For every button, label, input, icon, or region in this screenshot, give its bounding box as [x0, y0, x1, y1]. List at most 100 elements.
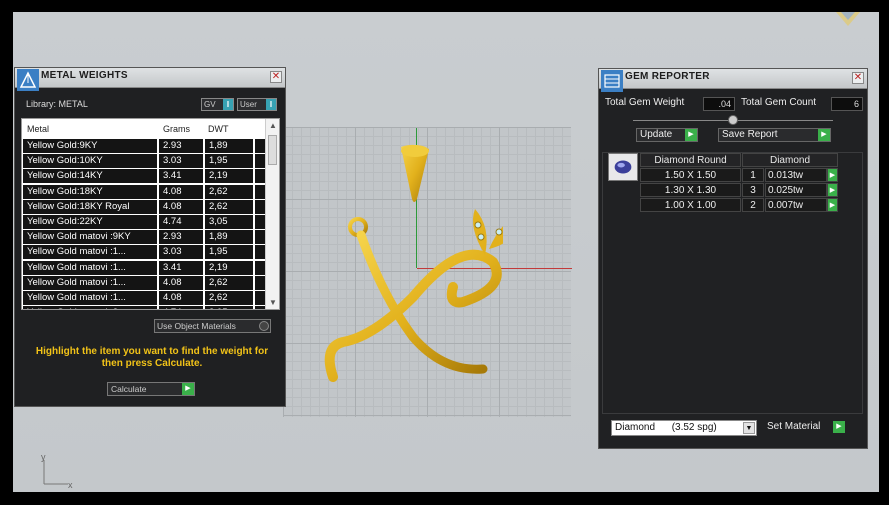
- save-report-button[interactable]: Save Report ▶: [718, 128, 831, 142]
- metal-weights-icon: [17, 69, 39, 91]
- scroll-thumb[interactable]: [268, 135, 277, 165]
- gv-toggle[interactable]: GV I: [201, 98, 234, 111]
- metal-row[interactable]: Yellow Gold:14KY 3.41 2,19: [22, 169, 266, 184]
- checkbox-indicator[interactable]: [259, 321, 269, 331]
- gem-cell-size: 1.30 X 1.30: [640, 183, 741, 197]
- col-metal[interactable]: Metal: [27, 124, 49, 134]
- metal-row[interactable]: Yellow Gold:10KY 3.03 1,95: [22, 154, 266, 169]
- set-material-go-icon: ▶: [833, 421, 845, 433]
- metal-row[interactable]: Yellow Gold matovi :2...4.743,05: [22, 306, 266, 309]
- metal-cell-metal: Yellow Gold matovi :1...: [23, 260, 157, 275]
- metal-row[interactable]: Yellow Gold:18KY 4.08 2,62: [22, 184, 266, 200]
- gem-row[interactable]: 1.30 X 1.30 3 0.025tw ▶: [640, 183, 838, 198]
- calculate-dropdown[interactable]: Calculate ▶: [107, 382, 195, 396]
- metal-cell-metal: Yellow Gold:10KY: [23, 154, 157, 169]
- gem-row-go-icon[interactable]: ▶: [827, 183, 838, 197]
- gem-cell-size: 1.00 X 1.00: [640, 198, 741, 212]
- update-button[interactable]: Update ▶: [636, 128, 698, 142]
- metal-row[interactable]: Yellow Gold matovi :1... 3.03 1,95: [22, 245, 266, 260]
- metal-row[interactable]: Yellow Gold matovi :9KY 2.93 1,89: [22, 230, 266, 245]
- metal-cell-dwt: 2,19: [205, 260, 253, 275]
- save-report-label: Save Report: [722, 129, 778, 140]
- gem-row-go-icon[interactable]: ▶: [827, 168, 838, 182]
- gv-label: GV: [204, 100, 216, 109]
- metal-list-header: Metal Grams DWT: [22, 119, 266, 139]
- metal-cell-metal: Yellow Gold:18KY: [23, 184, 157, 199]
- user-label: User: [240, 100, 257, 109]
- metal-cell-grams: 3.41: [159, 169, 203, 184]
- total-gem-count-label: Total Gem Count: [741, 97, 817, 108]
- save-report-go-icon: ▶: [818, 129, 830, 141]
- metal-cell-dwt: 2,62: [205, 275, 253, 290]
- metal-cell-spacer: [255, 184, 265, 199]
- metal-cell-spacer: [255, 169, 265, 184]
- metal-cell-spacer: [255, 291, 265, 305]
- gem-reporter-close-button[interactable]: ✕: [852, 72, 864, 84]
- pendant-model[interactable]: [303, 137, 503, 387]
- metal-cell-spacer: [255, 230, 265, 245]
- metal-row[interactable]: Yellow Gold:9KY 2.93 1,89: [22, 139, 266, 154]
- col-grams[interactable]: Grams: [163, 124, 190, 134]
- gem-col-material: Diamond: [742, 153, 838, 167]
- gem-row[interactable]: 1.50 X 1.50 1 0.013tw ▶: [640, 168, 838, 183]
- gem-cell-count: 2: [742, 198, 764, 212]
- metal-cell-dwt: 3,05: [205, 306, 253, 309]
- metal-weights-close-button[interactable]: ✕: [270, 71, 282, 83]
- metal-cell-spacer: [255, 215, 265, 229]
- metal-cell-metal: Yellow Gold:18KY Royal: [23, 199, 157, 214]
- metal-weights-titlebar[interactable]: METAL WEIGHTS ✕: [15, 68, 285, 91]
- metal-list-scrollbar[interactable]: ▲ ▼: [265, 119, 279, 309]
- gem-row[interactable]: 1.00 X 1.00 2 0.007tw ▶: [640, 198, 838, 213]
- metal-cell-grams: 4.08: [159, 199, 203, 214]
- metal-cell-dwt: 2,62: [205, 184, 253, 199]
- material-select[interactable]: Diamond (3.52 spg) ▼: [611, 420, 757, 436]
- gem-cell-size: 1.50 X 1.50: [640, 168, 741, 182]
- svg-text:x: x: [68, 480, 73, 490]
- gem-reporter-titlebar[interactable]: GEM REPORTER ✕: [599, 69, 867, 92]
- diamond-thumbnail-icon[interactable]: [608, 153, 638, 181]
- application-frame: y x METAL WEIGHTS ✕ Library: METAL GV I …: [0, 0, 889, 505]
- gem-slider-knob[interactable]: [728, 115, 738, 125]
- metal-cell-metal: Yellow Gold matovi :1...: [23, 245, 157, 260]
- metal-cell-grams: 4.74: [159, 215, 203, 229]
- metal-cell-metal: Yellow Gold matovi :2...: [23, 306, 157, 309]
- gem-table: Diamond Round Diamond 1.50 X 1.50 1 0.013t…: [640, 153, 838, 213]
- metal-cell-dwt: 2,62: [205, 199, 253, 214]
- gem-cell-count: 1: [742, 168, 764, 182]
- metal-cell-metal: Yellow Gold:9KY: [23, 139, 157, 153]
- gem-cell-weight: 0.007tw: [765, 198, 827, 212]
- svg-text:y: y: [41, 452, 46, 462]
- set-material-label: Set Material: [767, 421, 821, 432]
- metal-row[interactable]: Yellow Gold matovi :1... 4.08 2,62: [22, 291, 266, 306]
- set-material-button[interactable]: Set Material ▶: [765, 421, 853, 435]
- metal-row[interactable]: Yellow Gold:18KY Royal 4.08 2,62: [22, 199, 266, 215]
- metal-cell-spacer: [255, 245, 265, 260]
- use-object-materials-checkbox[interactable]: Use Object Materials: [154, 319, 271, 333]
- chevron-down-icon[interactable]: ▼: [743, 422, 755, 434]
- metal-cell-metal: Yellow Gold:14KY: [23, 169, 157, 184]
- user-toggle[interactable]: User I: [237, 98, 277, 111]
- calculate-go-icon[interactable]: ▶: [182, 383, 194, 395]
- total-gem-count-value[interactable]: 6: [831, 97, 863, 111]
- library-label: Library: METAL: [26, 99, 88, 109]
- metal-cell-metal: Yellow Gold matovi :1...: [23, 275, 157, 290]
- metal-cell-grams: 2.93: [159, 230, 203, 245]
- metal-list[interactable]: Metal Grams DWT Yellow Gold:9KY 2.93 1,89 Y…: [21, 118, 280, 310]
- total-gem-weight-value[interactable]: .04: [703, 97, 735, 111]
- metal-cell-dwt: 1,95: [205, 154, 253, 169]
- col-dwt[interactable]: DWT: [208, 124, 229, 134]
- gem-table-header: Diamond Round Diamond: [640, 153, 838, 168]
- calculate-label: Calculate: [111, 384, 147, 394]
- metal-row[interactable]: Yellow Gold:22KY 4.74 3,05: [22, 215, 266, 230]
- metal-cell-grams: 4.74: [159, 306, 203, 309]
- metal-cell-dwt: 2,62: [205, 291, 253, 305]
- metal-cell-grams: 4.08: [159, 275, 203, 290]
- metal-weights-panel: METAL WEIGHTS ✕ Library: METAL GV I User…: [14, 67, 286, 407]
- metal-row[interactable]: Yellow Gold matovi :1... 3.41 2,19: [22, 260, 266, 276]
- metal-cell-spacer: [255, 199, 265, 214]
- metal-cell-grams: 3.41: [159, 260, 203, 275]
- metal-weights-title: METAL WEIGHTS: [41, 70, 128, 81]
- metal-cell-dwt: 1,89: [205, 230, 253, 245]
- gem-row-go-icon[interactable]: ▶: [827, 198, 838, 212]
- metal-row[interactable]: Yellow Gold matovi :1... 4.08 2,62: [22, 275, 266, 291]
